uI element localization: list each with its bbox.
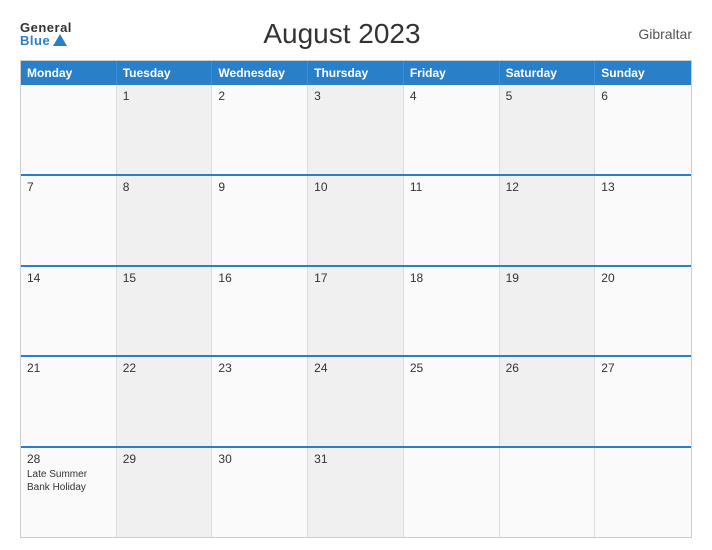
week-1: 123456 [21,85,691,174]
cell-w2-d6: 12 [500,176,596,265]
cell-w3-d1: 14 [21,267,117,356]
cell-w1-d6: 5 [500,85,596,174]
cell-w5-d1: 28 Late Summer Bank Holiday [21,448,117,537]
day-number: 26 [506,361,589,375]
cell-w2-d4: 10 [308,176,404,265]
day-number: 16 [218,271,301,285]
event-label: Late Summer Bank Holiday [27,468,110,494]
day-number: 18 [410,271,493,285]
day-number: 7 [27,180,110,194]
day-number: 2 [218,89,301,103]
day-number: 24 [314,361,397,375]
header-thursday: Thursday [308,61,404,85]
header-tuesday: Tuesday [117,61,213,85]
day-number: 12 [506,180,589,194]
cell-w3-d2: 15 [117,267,213,356]
day-number: 1 [123,89,206,103]
cell-w3-d5: 18 [404,267,500,356]
day-number: 29 [123,452,206,466]
day-number: 11 [410,180,493,194]
day-number: 10 [314,180,397,194]
header-saturday: Saturday [500,61,596,85]
cell-w4-d2: 22 [117,357,213,446]
cell-w2-d7: 13 [595,176,691,265]
page-title: August 2023 [72,18,612,50]
day-number: 31 [314,452,397,466]
day-number: 4 [410,89,493,103]
day-number: 28 [27,452,110,466]
cell-w3-d3: 16 [212,267,308,356]
day-number: 21 [27,361,110,375]
cell-w1-d2: 1 [117,85,213,174]
calendar-grid: Monday Tuesday Wednesday Thursday Friday… [20,60,692,538]
cell-w2-d5: 11 [404,176,500,265]
day-number: 9 [218,180,301,194]
calendar-page: General Blue August 2023 Gibraltar Monda… [0,0,712,550]
header-monday: Monday [21,61,117,85]
cell-w3-d4: 17 [308,267,404,356]
cell-w4-d4: 24 [308,357,404,446]
day-number: 25 [410,361,493,375]
day-number: 6 [601,89,685,103]
day-number: 23 [218,361,301,375]
cell-w1-d3: 2 [212,85,308,174]
cell-w4-d1: 21 [21,357,117,446]
day-number: 8 [123,180,206,194]
cell-w2-d2: 8 [117,176,213,265]
week-4: 21 22 23 24 25 26 27 [21,355,691,446]
cell-w4-d7: 27 [595,357,691,446]
cell-w1-d4: 3 [308,85,404,174]
calendar-body: 1234567891011121314151617181920212223242… [21,85,691,537]
day-number: 5 [506,89,589,103]
header-wednesday: Wednesday [212,61,308,85]
cell-w3-d6: 19 [500,267,596,356]
cell-w1-d5: 4 [404,85,500,174]
cell-w4-d3: 23 [212,357,308,446]
page-header: General Blue August 2023 Gibraltar [20,18,692,50]
day-number: 15 [123,271,206,285]
day-number: 13 [601,180,685,194]
cell-w5-d6 [500,448,596,537]
logo-triangle-icon [53,34,67,46]
cell-w5-d3: 30 [212,448,308,537]
cell-w4-d5: 25 [404,357,500,446]
cell-w5-d2: 29 [117,448,213,537]
logo: General Blue [20,21,72,47]
day-number: 22 [123,361,206,375]
cell-w4-d6: 26 [500,357,596,446]
header-friday: Friday [404,61,500,85]
week-2: 789 10 11 12 13 [21,174,691,265]
cell-w3-d7: 20 [595,267,691,356]
cell-w1-d1 [21,85,117,174]
logo-blue-text: Blue [20,34,67,47]
header-sunday: Sunday [595,61,691,85]
day-number: 20 [601,271,685,285]
week-5: 28 Late Summer Bank Holiday 29 30 31 [21,446,691,537]
region-label: Gibraltar [612,26,692,42]
day-number: 19 [506,271,589,285]
day-number: 3 [314,89,397,103]
cell-w5-d5 [404,448,500,537]
day-number: 17 [314,271,397,285]
cell-w2-d3: 9 [212,176,308,265]
cell-w2-d1: 7 [21,176,117,265]
calendar-header: Monday Tuesday Wednesday Thursday Friday… [21,61,691,85]
cell-w1-d7: 6 [595,85,691,174]
day-number: 30 [218,452,301,466]
cell-w5-d7 [595,448,691,537]
week-3: 14 15 16 17 18 19 20 [21,265,691,356]
day-number: 27 [601,361,685,375]
cell-w5-d4: 31 [308,448,404,537]
day-number: 14 [27,271,110,285]
